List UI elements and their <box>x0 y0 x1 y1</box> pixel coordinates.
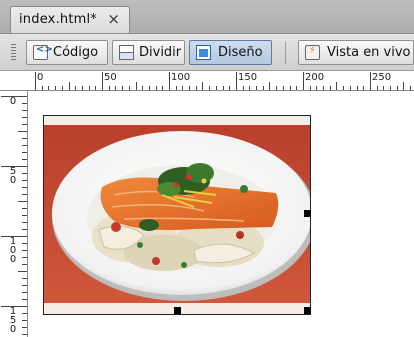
salmon-plate-image[interactable] <box>44 125 310 303</box>
salmon-plate-drawing <box>44 125 310 303</box>
resize-handle-right[interactable] <box>304 210 311 217</box>
live-view-button[interactable]: ⚡ Vista en vivo <box>298 40 414 65</box>
vertical-ruler[interactable]: 0 50 100 150 <box>0 91 28 337</box>
ruler-label-50: 50 <box>104 72 117 83</box>
ruler-label-100: 100 <box>171 72 191 83</box>
design-view-label: Diseño <box>218 45 263 60</box>
document-tab-label: index.html* <box>19 12 98 27</box>
toolbar-grip-icon[interactable] <box>11 44 16 62</box>
vruler-label-150: 150 <box>9 306 17 335</box>
ruler-label-250: 250 <box>372 72 392 83</box>
code-view-label: Código <box>53 45 99 60</box>
live-view-label: Vista en vivo <box>327 45 411 60</box>
toolbar-separator <box>285 42 286 64</box>
ruler-label-200: 200 <box>305 72 325 83</box>
vruler-label-100: 100 <box>9 236 17 265</box>
live-view-icon: ⚡ <box>305 45 320 60</box>
ruler-label-150: 150 <box>238 72 258 83</box>
design-canvas[interactable] <box>28 91 414 337</box>
vruler-label-50: 50 <box>9 166 17 186</box>
split-view-label: Dividir <box>139 45 182 60</box>
close-icon[interactable]: × <box>107 10 120 28</box>
document-tab-bar: index.html* × <box>0 0 414 34</box>
view-toolbar: <> Código Dividir Diseño ⚡ Vista en vivo <box>0 34 414 71</box>
vruler-label-0: 0 <box>9 96 17 107</box>
resize-handle-bottom-right[interactable] <box>304 307 311 314</box>
horizontal-ruler-ticks <box>35 72 411 90</box>
document-tab[interactable]: index.html* × <box>10 6 130 33</box>
horizontal-ruler[interactable]: 0 50 100 150 200 250 <box>0 71 414 91</box>
ruler-label-0: 0 <box>37 72 44 83</box>
split-view-button[interactable]: Dividir <box>112 40 185 65</box>
vertical-ruler-ticks <box>1 96 27 335</box>
code-view-icon: <> <box>33 44 53 60</box>
design-view-button[interactable]: Diseño <box>189 40 272 65</box>
split-view-icon <box>119 45 134 60</box>
design-view-icon <box>196 45 211 60</box>
resize-handle-bottom[interactable] <box>174 307 181 314</box>
code-view-button[interactable]: <> Código <box>26 40 108 65</box>
